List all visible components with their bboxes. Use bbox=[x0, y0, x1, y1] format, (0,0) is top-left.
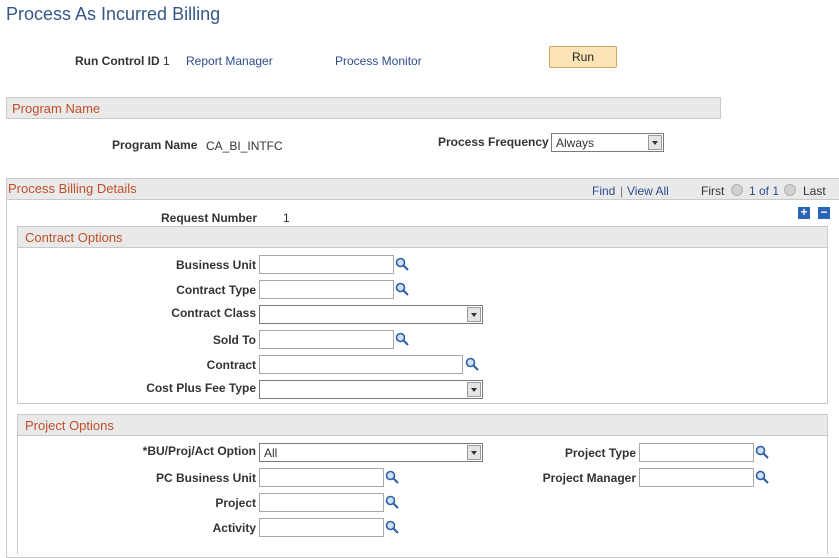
run-control-label: Run Control ID bbox=[75, 54, 160, 68]
run-control-value: 1 bbox=[163, 54, 170, 68]
magnifier-icon[interactable] bbox=[395, 282, 409, 296]
business-unit-input[interactable] bbox=[259, 255, 394, 274]
magnifier-icon[interactable] bbox=[465, 357, 479, 371]
run-button[interactable]: Run bbox=[549, 46, 617, 68]
project-manager-input[interactable] bbox=[639, 468, 754, 487]
activity-label: Activity bbox=[212, 521, 256, 535]
add-row-icon[interactable]: + bbox=[798, 206, 810, 219]
process-monitor-link[interactable]: Process Monitor bbox=[335, 54, 422, 68]
project-manager-label: Project Manager bbox=[542, 471, 636, 485]
magnifier-icon[interactable] bbox=[385, 470, 399, 484]
program-name-label: Program Name bbox=[112, 138, 198, 152]
cost-plus-fee-type-select[interactable] bbox=[259, 380, 483, 399]
magnifier-icon[interactable] bbox=[385, 520, 399, 534]
process-frequency-select[interactable]: Always bbox=[551, 133, 664, 152]
pc-business-unit-label: PC Business Unit bbox=[155, 471, 256, 485]
sold-to-input[interactable] bbox=[259, 330, 394, 349]
view-all-link[interactable]: View All bbox=[627, 184, 669, 198]
arrow-left-icon[interactable] bbox=[731, 184, 743, 196]
find-link[interactable]: Find bbox=[592, 184, 615, 198]
project-type-input[interactable] bbox=[639, 443, 754, 462]
magnifier-icon[interactable] bbox=[755, 470, 769, 484]
process-frequency-label: Process Frequency bbox=[438, 135, 549, 149]
project-type-label: Project Type bbox=[564, 446, 636, 460]
project-options-title: Project Options bbox=[25, 418, 114, 433]
sold-to-label: Sold To bbox=[212, 333, 256, 347]
contract-input[interactable] bbox=[259, 355, 463, 374]
nav-separator: | bbox=[620, 184, 624, 198]
cost-plus-fee-type-label: Cost Plus Fee Type bbox=[146, 381, 256, 395]
bu-proj-act-option-select[interactable]: All bbox=[259, 443, 483, 462]
magnifier-icon[interactable] bbox=[395, 257, 409, 271]
program-name-section-header: Program Name bbox=[6, 97, 721, 119]
chevron-down-icon bbox=[648, 135, 662, 150]
magnifier-icon[interactable] bbox=[395, 332, 409, 346]
first-label[interactable]: First bbox=[701, 184, 724, 198]
program-name-value: CA_BI_INTFC bbox=[206, 139, 283, 153]
contract-label: Contract bbox=[206, 358, 256, 372]
chevron-down-icon bbox=[467, 307, 481, 322]
magnifier-icon[interactable] bbox=[755, 445, 769, 459]
report-manager-link[interactable]: Report Manager bbox=[186, 54, 273, 68]
request-number-label: Request Number bbox=[161, 211, 258, 225]
arrow-right-icon[interactable] bbox=[784, 184, 796, 196]
process-billing-details-title: Process Billing Details bbox=[8, 181, 137, 196]
contract-options-title: Contract Options bbox=[25, 230, 123, 245]
contract-type-label: Contract Type bbox=[176, 283, 256, 297]
magnifier-icon[interactable] bbox=[385, 495, 399, 509]
chevron-down-icon bbox=[467, 445, 481, 460]
delete-row-icon[interactable]: − bbox=[818, 206, 830, 219]
pc-business-unit-input[interactable] bbox=[259, 468, 384, 487]
chevron-down-icon bbox=[467, 382, 481, 397]
project-label: Project bbox=[215, 496, 256, 510]
bu-proj-act-option-label: *BU/Proj/Act Option bbox=[142, 444, 256, 458]
program-name-section-title: Program Name bbox=[12, 101, 101, 116]
bu-proj-act-option-value: All bbox=[264, 446, 278, 460]
business-unit-label: Business Unit bbox=[175, 258, 256, 272]
request-number-value: 1 bbox=[283, 211, 290, 225]
contract-class-label: Contract Class bbox=[171, 306, 256, 320]
pagination-text: 1 of 1 bbox=[749, 184, 780, 198]
contract-options-header: Contract Options bbox=[17, 226, 828, 248]
process-billing-details-header: Process Billing Details Find | View All … bbox=[6, 178, 839, 200]
process-frequency-value: Always bbox=[556, 136, 595, 150]
contract-class-select[interactable] bbox=[259, 305, 483, 324]
page-title: Process As Incurred Billing bbox=[6, 4, 221, 24]
contract-type-input[interactable] bbox=[259, 280, 394, 299]
project-options-header: Project Options bbox=[17, 414, 828, 436]
project-input[interactable] bbox=[259, 493, 384, 512]
activity-input[interactable] bbox=[259, 518, 384, 537]
last-label[interactable]: Last bbox=[803, 184, 826, 198]
